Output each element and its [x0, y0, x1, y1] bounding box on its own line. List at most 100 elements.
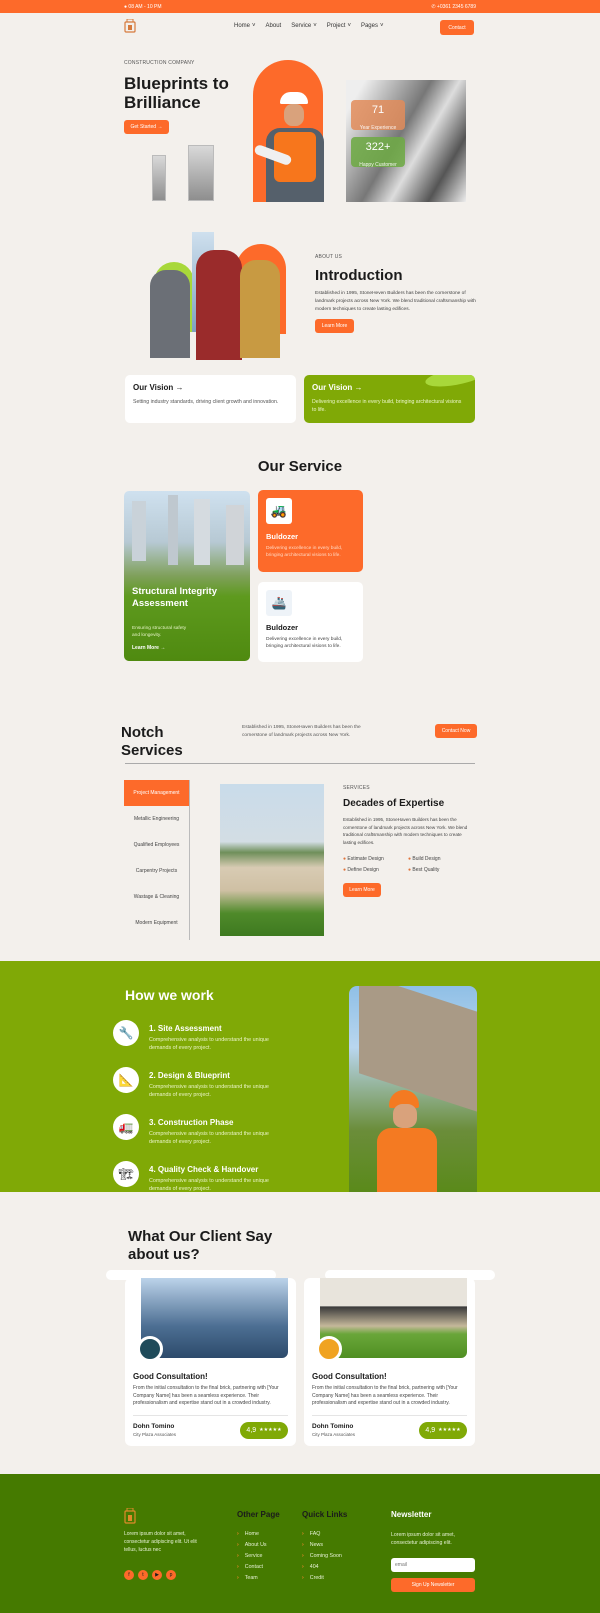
testimonial-card: Good Consultation! From the initial cons…	[304, 1278, 475, 1446]
service-card[interactable]: 🚜 Buldozer Delivering excellence in ever…	[258, 490, 363, 572]
testimonials-title: What Our Client Say about us?	[128, 1228, 273, 1263]
pinterest-icon[interactable]: p	[166, 1570, 176, 1580]
footer-link[interactable]: Coming Soon	[302, 1553, 347, 1559]
about-title: Introduction	[315, 267, 403, 284]
contact-button[interactable]: Contact	[440, 20, 474, 35]
testimonial-image	[320, 1278, 467, 1358]
footer-link[interactable]: News	[302, 1542, 347, 1548]
nav-project[interactable]: Project ˅	[327, 23, 351, 29]
youtube-icon[interactable]: ▶	[152, 1570, 162, 1580]
building-image	[188, 145, 214, 201]
divider	[125, 763, 475, 764]
excavator-icon: 🚛	[113, 1114, 139, 1140]
reviewer-company: City Plaza Associates	[133, 1432, 177, 1437]
email-input[interactable]	[391, 1558, 475, 1572]
rating-badge: 4,9 ★★★★★	[419, 1421, 467, 1439]
park-image	[220, 784, 324, 936]
crane-icon: 🏗	[113, 1161, 139, 1187]
hero-title: Blueprints to Brilliance	[124, 74, 229, 112]
stat-experience: 71 Year Experience	[351, 100, 405, 131]
tab-carpentry-projects[interactable]: Carpentry Projects	[124, 858, 189, 884]
services-eyebrow: SERVICES	[343, 785, 370, 791]
notch-text: Established in 1995, StoneHaven Builders…	[242, 725, 361, 738]
step-item: 🔧 1. Site Assessment Comprehensive analysi…	[113, 1020, 289, 1052]
how-we-work-section	[0, 961, 600, 1192]
step-item: 🚛 3. Construction Phase Comprehensive anal…	[113, 1114, 289, 1146]
feature-service-card[interactable]: Structural Integrity Assessment Ensuring…	[124, 491, 250, 661]
feature-item: ● Best Quality	[408, 867, 440, 873]
how-title: How we work	[125, 987, 214, 1003]
feature-title: Structural Integrity Assessment	[132, 586, 217, 609]
footer-logo[interactable]	[124, 1507, 136, 1529]
footer-link[interactable]: Team	[237, 1575, 280, 1581]
feature-item: ● Estimate Design	[343, 856, 384, 862]
get-started-button[interactable]: Get Started →	[124, 120, 169, 134]
stat-customers: 322+ Happy Customer	[351, 137, 405, 168]
building-image	[152, 155, 166, 201]
footer	[0, 1474, 600, 1613]
expertise-title: Decades of Expertise	[343, 798, 445, 809]
feature-item: ● Define Design	[343, 867, 379, 873]
nav-pages[interactable]: Pages ˅	[361, 23, 384, 29]
tab-modern-equipment[interactable]: Modern Equipment	[124, 910, 189, 936]
tab-qualified-employees[interactable]: Qualified Employees	[124, 832, 189, 858]
testimonial-card: Good Consultation! From the initial cons…	[125, 1278, 296, 1446]
service-tabs: Project Management Metallic Engineering …	[124, 780, 190, 940]
vision-card-green[interactable]: Our Vision → Delivering excellence in ev…	[304, 375, 475, 423]
footer-link[interactable]: Credit	[302, 1575, 347, 1581]
testimonial-image	[141, 1278, 288, 1358]
footer-link[interactable]: Contact	[237, 1564, 280, 1570]
footer-link[interactable]: About Us	[237, 1542, 280, 1548]
tab-metallic-engineering[interactable]: Metallic Engineering	[124, 806, 189, 832]
twitter-icon[interactable]: t	[138, 1570, 148, 1580]
step-item: 🏗 4. Quality Check & Handover Comprehensiv…	[113, 1161, 289, 1193]
step-item: 📐 2. Design & Blueprint Comprehensive anal…	[113, 1067, 289, 1099]
chevron-down-icon: ˅	[252, 23, 256, 29]
footer-link[interactable]: 404	[302, 1564, 347, 1570]
footer-about: Lorem ipsum dolor sit amet, consectetur …	[124, 1531, 197, 1553]
engineer-image	[349, 986, 477, 1192]
nav-service[interactable]: Service ˅	[291, 23, 317, 29]
contact-now-button[interactable]: Contact Now	[435, 724, 477, 738]
logo[interactable]	[124, 18, 136, 33]
social-links: f t ▶ p	[124, 1563, 180, 1581]
nav-about[interactable]: About	[266, 23, 282, 29]
reviewer-name: Dohn Tomino	[133, 1423, 175, 1430]
feature-text: Ensuring structural safety and longevity…	[132, 626, 187, 638]
facebook-icon[interactable]: f	[124, 1570, 134, 1580]
feature-learn-more-link[interactable]: Learn More →	[132, 645, 165, 651]
learn-more-button[interactable]: Learn More	[315, 319, 354, 333]
expertise-features: ● Estimate Design ● Build Design ● Defin…	[343, 856, 473, 873]
vision-card[interactable]: Our Vision → Setting industry standards,…	[125, 375, 296, 423]
about-text: Established in 1995, StoneHeven Builders…	[315, 291, 476, 312]
reviewer-name: Dohn Tomino	[312, 1423, 354, 1430]
service-card[interactable]: 🚢 Buldozer Delivering excellence in ever…	[258, 582, 363, 662]
signup-newsletter-button[interactable]: Sign Up Newsletter	[391, 1578, 475, 1592]
footer-link[interactable]: FAQ	[302, 1531, 347, 1537]
nav-home[interactable]: Home ˅	[234, 23, 256, 29]
footer-link[interactable]: Home	[237, 1531, 280, 1537]
bulldozer-icon: 🚜	[266, 498, 292, 524]
chevron-down-icon: ˅	[379, 23, 384, 29]
phone[interactable]: ✆ +0361 2345 6789	[431, 4, 476, 10]
conveyor-icon: 🚢	[266, 590, 292, 616]
about-eyebrow: ABOUT US	[315, 254, 343, 260]
hero-worker-image	[253, 92, 340, 202]
services-title: Our Service	[257, 458, 343, 475]
newsletter: Newsletter Lorem ipsum dolor sit amet, c…	[391, 1510, 476, 1592]
expertise-text: Established in 1995, StoneHaven Builders…	[343, 817, 468, 845]
site-assessment-icon: 🔧	[113, 1020, 139, 1046]
expertise-learn-more-button[interactable]: Learn More	[343, 883, 381, 897]
rating-badge: 4,9 ★★★★★	[240, 1421, 288, 1439]
notch-title: Notch Services	[121, 724, 183, 759]
steps-list: 🔧 1. Site Assessment Comprehensive analysi…	[113, 1020, 289, 1193]
reviewer-company: City Plaza Associates	[312, 1432, 356, 1437]
footer-link[interactable]: Service	[237, 1553, 280, 1559]
footer-quick-links: Quick Links FAQ News Coming Soon 404 Cre…	[302, 1510, 347, 1586]
tab-wastage-cleaning[interactable]: Wastage & Cleaning	[124, 884, 189, 910]
tab-project-management[interactable]: Project Management	[124, 780, 189, 806]
chevron-down-icon: ˅	[347, 23, 351, 29]
hero-eyebrow: CONSTRUCTION COMPANY	[124, 60, 195, 66]
chevron-down-icon: ˅	[313, 23, 317, 29]
blueprint-icon: 📐	[113, 1067, 139, 1093]
